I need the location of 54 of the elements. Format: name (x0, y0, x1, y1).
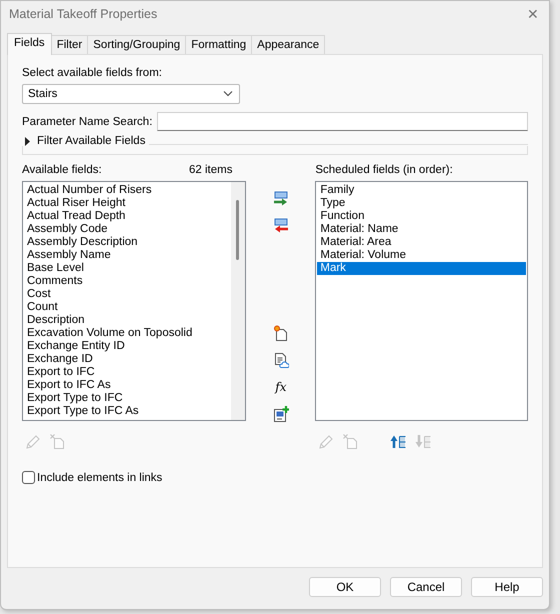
list-label: Scheduled fields (in order): (315, 164, 453, 178)
item-count: 62 items (188, 164, 232, 178)
list-item[interactable]: Exchange ID (24, 353, 230, 366)
list-item[interactable]: Material: Volume (317, 249, 526, 262)
list-item[interactable]: Export to IFC (24, 366, 230, 379)
list-item[interactable]: Cost (24, 288, 230, 301)
chevron-down-icon (223, 91, 233, 97)
list-item[interactable]: Comments (24, 275, 230, 288)
dialog-button[interactable]: Cancel (390, 577, 462, 597)
list-item[interactable]: Base Level (24, 262, 230, 275)
list-item[interactable]: Assembly Description (24, 236, 230, 249)
list-item[interactable]: Type (317, 197, 526, 210)
move-up-icon[interactable] (390, 433, 406, 449)
list-item[interactable]: Export Type to IFC As (24, 405, 230, 418)
tab[interactable]: Fields (7, 33, 52, 55)
list-item[interactable]: Actual Tread Depth (24, 210, 230, 223)
list-item[interactable]: Export to IFC As (24, 379, 230, 392)
formula-icon[interactable]: fx (272, 379, 289, 395)
list-item[interactable]: Family (317, 184, 526, 197)
new-parameter-icon[interactable] (272, 325, 289, 341)
add-field-icon[interactable] (272, 191, 289, 207)
list-label: Available fields: (22, 164, 102, 178)
available-fields-list[interactable] (22, 181, 246, 421)
list-item[interactable]: Export Type to IFC (24, 392, 230, 405)
list-item[interactable]: Count (24, 301, 230, 314)
scrollbar[interactable] (231, 182, 246, 420)
list-item[interactable]: Actual Number of Risers (24, 184, 230, 197)
dialog-button[interactable]: Help (471, 577, 543, 597)
document-cloud-icon[interactable] (272, 352, 289, 368)
scheduled-fields-list[interactable]: Family Type Function Material: Name Material: Area Material: Volume Mark (315, 181, 528, 421)
checkbox[interactable] (22, 471, 35, 484)
list-item[interactable]: Assembly Code (24, 223, 230, 236)
remove-field-icon[interactable] (272, 218, 289, 234)
list-item[interactable]: Mark (317, 262, 526, 275)
dialog-button[interactable]: OK (309, 577, 381, 597)
list-item[interactable]: Function (317, 210, 526, 223)
close-button[interactable]: ✕ (527, 6, 539, 22)
window-title: Material Takeoff Properties (9, 7, 158, 21)
checkbox-label: Include elements in links (37, 472, 162, 484)
list-item[interactable]: Material: Name (317, 223, 526, 236)
category-dropdown[interactable]: Stairs (22, 84, 240, 104)
list-item[interactable]: Excavation Volume on Toposolid (24, 327, 230, 340)
field-label: Parameter Name Search: (22, 116, 152, 128)
list-item[interactable]: Material: Area (317, 236, 526, 249)
group-label: Filter Available Fields (37, 135, 146, 147)
list-item[interactable]: Actual Riser Height (24, 197, 230, 210)
list-item[interactable]: Exchange Entity ID (24, 340, 230, 353)
list-item[interactable]: Description (24, 314, 230, 327)
list-item[interactable]: Assembly Name (24, 249, 230, 262)
combine-parameters-icon[interactable] (272, 406, 289, 422)
field-label: Select available fields from: (22, 67, 163, 79)
search-field[interactable] (157, 112, 528, 131)
tab[interactable]: Appearance (251, 35, 326, 54)
scrollbar-thumb[interactable] (236, 200, 240, 260)
